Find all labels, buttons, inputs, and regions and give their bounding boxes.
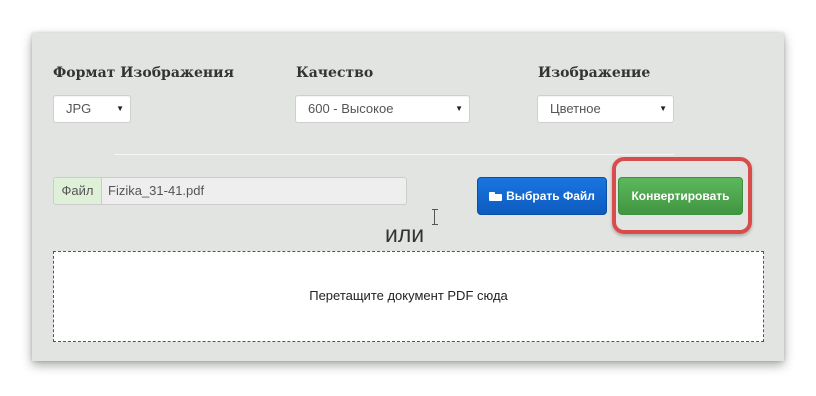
page: Формат Изображения JPG ▼ Качество 600 - …: [0, 0, 816, 396]
quality-label: Качество: [296, 65, 374, 81]
chevron-down-icon: ▼: [116, 104, 124, 113]
format-select-value: JPG: [66, 101, 92, 116]
file-name-field[interactable]: Fizika_31-41.pdf: [108, 178, 204, 204]
chevron-down-icon: ▼: [659, 104, 667, 113]
file-addon-label: Файл: [54, 178, 102, 204]
converter-panel: Формат Изображения JPG ▼ Качество 600 - …: [32, 33, 784, 361]
quality-select-value: 600 - Высокое: [308, 101, 394, 116]
pdf-dropzone[interactable]: Перетащите документ PDF сюда: [53, 251, 764, 342]
divider: [114, 154, 674, 155]
convert-button[interactable]: Конвертировать: [618, 177, 743, 215]
dropzone-text: Перетащите документ PDF сюда: [309, 288, 508, 303]
text-cursor-icon: [432, 209, 438, 225]
image-select-value: Цветное: [550, 101, 601, 116]
file-input-group[interactable]: Файл Fizika_31-41.pdf: [53, 177, 407, 205]
choose-file-label: Выбрать Файл: [506, 189, 595, 203]
or-separator: или: [385, 221, 425, 247]
folder-open-icon: [489, 192, 503, 201]
quality-select[interactable]: 600 - Высокое ▼: [295, 95, 470, 123]
convert-label: Конвертировать: [631, 189, 730, 203]
image-label: Изображение: [538, 65, 651, 81]
choose-file-button[interactable]: Выбрать Файл: [477, 177, 607, 215]
chevron-down-icon: ▼: [455, 104, 463, 113]
image-select[interactable]: Цветное ▼: [537, 95, 674, 123]
format-label: Формат Изображения: [53, 65, 234, 81]
format-select[interactable]: JPG ▼: [53, 95, 131, 123]
